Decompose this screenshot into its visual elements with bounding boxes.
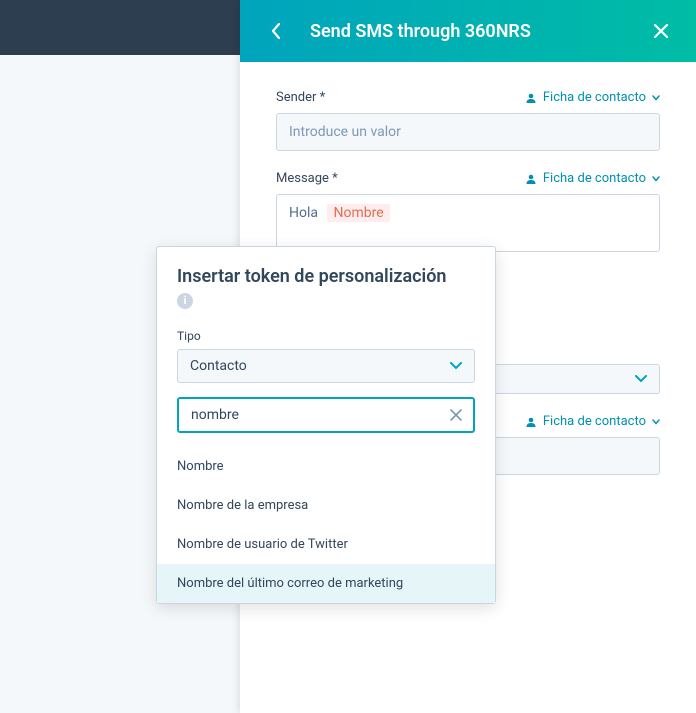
popup-search-input[interactable]: [191, 407, 437, 423]
message-token-chip[interactable]: Nombre: [327, 204, 389, 222]
popup-result-item[interactable]: Nombre: [157, 447, 495, 486]
app-dark-header-left: [0, 0, 240, 55]
sender-token-link-label: Ficha de contacto: [543, 90, 646, 105]
close-button[interactable]: [652, 22, 670, 40]
caret-down-icon: [652, 176, 660, 182]
popup-result-item[interactable]: Nombre del último correo de marketing: [157, 564, 495, 603]
sender-token-link[interactable]: Ficha de contacto: [525, 90, 660, 105]
caret-down-icon: [450, 362, 462, 370]
sender-field: Sender * Ficha de contacto: [276, 90, 660, 151]
message-text: Hola: [289, 205, 318, 221]
message-input[interactable]: Hola Nombre: [276, 194, 660, 252]
popup-search[interactable]: [177, 397, 475, 433]
panel-header: Send SMS through 360NRS: [240, 0, 696, 62]
message-token-link[interactable]: Ficha de contacto: [525, 171, 660, 186]
close-icon: [449, 408, 463, 422]
popup-type-select[interactable]: Contacto: [177, 349, 475, 383]
person-icon: [525, 416, 537, 428]
clear-search-button[interactable]: [449, 408, 463, 422]
sender-input[interactable]: [276, 113, 660, 151]
chevron-left-icon: [271, 23, 281, 39]
popup-result-item[interactable]: Nombre de la empresa: [157, 486, 495, 525]
popup-result-item[interactable]: Nombre de usuario de Twitter: [157, 525, 495, 564]
close-icon: [653, 23, 669, 39]
extra-token-link-label: Ficha de contacto: [543, 414, 646, 429]
message-token-link-label: Ficha de contacto: [543, 171, 646, 186]
back-button[interactable]: [266, 21, 286, 41]
panel-title: Send SMS through 360NRS: [310, 21, 652, 42]
popup-type-value: Contacto: [190, 358, 247, 374]
person-icon: [525, 173, 537, 185]
caret-down-icon: [635, 375, 647, 383]
popup-type-label: Tipo: [177, 329, 475, 343]
popup-results: NombreNombre de la empresaNombre de usua…: [157, 447, 495, 603]
caret-down-icon: [652, 95, 660, 101]
person-icon: [525, 92, 537, 104]
extra-token-link[interactable]: Ficha de contacto: [525, 414, 660, 429]
caret-down-icon: [652, 419, 660, 425]
info-icon[interactable]: i: [177, 293, 193, 309]
token-popup: Insertar token de personalización i Tipo…: [156, 246, 496, 604]
popup-title: Insertar token de personalización: [177, 265, 475, 288]
message-field: Message * Ficha de contacto Hola Nombre: [276, 171, 660, 252]
sender-label: Sender *: [276, 90, 325, 105]
message-label: Message *: [276, 171, 338, 186]
